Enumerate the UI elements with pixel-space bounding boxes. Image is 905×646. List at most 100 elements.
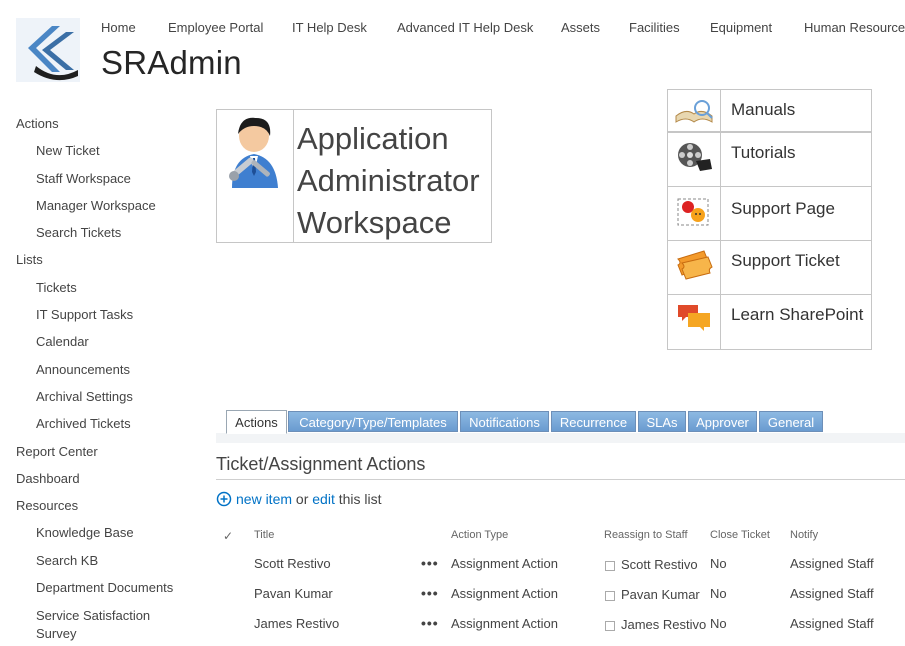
row-close-ticket: No: [710, 616, 727, 631]
row-title[interactable]: James Restivo: [254, 616, 339, 631]
nav-group-actions[interactable]: Actions: [16, 116, 59, 131]
row-action-type: Assignment Action: [451, 616, 558, 631]
link-support-page[interactable]: Support Page: [668, 187, 871, 241]
top-nav-facilities[interactable]: Facilities: [629, 20, 680, 35]
tab-slas[interactable]: SLAs: [638, 411, 686, 432]
nav-service-satisfaction-survey[interactable]: Service Satisfaction Survey: [36, 607, 166, 643]
column-header-title[interactable]: Title: [254, 529, 274, 541]
nav-group-lists[interactable]: Lists: [16, 252, 43, 267]
nav-manager-workspace[interactable]: Manager Workspace: [36, 198, 156, 213]
workspace-title-line-2: Administrator: [297, 163, 480, 198]
site-logo[interactable]: [16, 18, 80, 82]
row-title[interactable]: Pavan Kumar: [254, 586, 333, 601]
lp-icon-cell: [668, 187, 721, 240]
row-action-type: Assignment Action: [451, 586, 558, 601]
workspace-banner: Application Administrator Workspace: [216, 109, 492, 243]
reassign-checkbox: [605, 621, 615, 631]
nav-staff-workspace[interactable]: Staff Workspace: [36, 171, 131, 186]
lp-icon-cell: [668, 241, 721, 294]
reassign-checkbox: [605, 561, 615, 571]
tab-notifications[interactable]: Notifications: [460, 411, 549, 432]
nav-search-kb[interactable]: Search KB: [36, 553, 98, 568]
nav-knowledge-base[interactable]: Knowledge Base: [36, 525, 134, 540]
nav-search-tickets[interactable]: Search Tickets: [36, 225, 121, 240]
book-icon: [675, 100, 713, 123]
tab-content-band: [216, 433, 905, 443]
workspace-title-line-3: Workspace: [297, 205, 452, 240]
top-nav-home[interactable]: Home: [101, 20, 136, 35]
lp-icon-cell: [668, 90, 721, 131]
this-list-text: this list: [338, 491, 382, 507]
tab-actions[interactable]: Actions: [226, 410, 287, 434]
nav-archival-settings[interactable]: Archival Settings: [36, 389, 133, 404]
row-reassign-staff: James Restivo: [621, 617, 707, 632]
top-nav-employee-portal[interactable]: Employee Portal: [168, 20, 263, 35]
chat-bubbles-icon: [678, 305, 710, 331]
link-support-ticket[interactable]: Support Ticket: [668, 241, 871, 295]
top-nav-advanced-it-help-desk[interactable]: Advanced IT Help Desk: [397, 20, 533, 35]
reassign-checkbox: [605, 591, 615, 601]
row-close-ticket: No: [710, 556, 727, 571]
top-nav-assets[interactable]: Assets: [561, 20, 600, 35]
ticket-icon: [677, 250, 713, 280]
workspace-title-line-1: Application: [297, 121, 449, 156]
lp-icon-cell: [668, 295, 721, 349]
resource-link-panel: Manuals Tutorials Support Page Support T…: [667, 89, 872, 350]
column-header-action-type[interactable]: Action Type: [451, 529, 508, 541]
nav-dashboard[interactable]: Dashboard: [16, 471, 80, 486]
link-manuals-label: Manuals: [731, 100, 796, 119]
support-page-icon: [677, 198, 709, 226]
link-learn-sharepoint[interactable]: Learn SharePoint: [668, 295, 871, 349]
row-notify: Assigned Staff: [790, 586, 874, 601]
link-learn-sharepoint-label: Learn SharePoint: [731, 305, 864, 324]
nav-department-documents[interactable]: Department Documents: [36, 580, 173, 595]
nav-tickets[interactable]: Tickets: [36, 280, 77, 295]
nav-calendar[interactable]: Calendar: [36, 334, 89, 349]
top-nav-human-resources[interactable]: Human Resources: [804, 20, 905, 35]
workspace-icon-cell: [217, 110, 294, 242]
tab-recurrence[interactable]: Recurrence: [551, 411, 636, 432]
top-nav-equipment[interactable]: Equipment: [710, 20, 772, 35]
row-reassign-staff: Scott Restivo: [621, 557, 698, 572]
row-notify: Assigned Staff: [790, 556, 874, 571]
section-divider: [216, 479, 905, 480]
column-header-close-ticket[interactable]: Close Ticket: [710, 529, 770, 541]
select-all-checkmark[interactable]: ✓: [223, 529, 233, 543]
film-reel-icon: [678, 143, 712, 171]
section-title: Ticket/Assignment Actions: [216, 454, 426, 474]
tab-approver[interactable]: Approver: [688, 411, 757, 432]
nav-report-center[interactable]: Report Center: [16, 444, 98, 459]
item-menu-ellipsis[interactable]: •••: [421, 615, 439, 631]
link-support-page-label: Support Page: [731, 199, 835, 218]
site-title[interactable]: SRAdmin: [101, 44, 242, 82]
link-tutorials[interactable]: Tutorials: [668, 133, 871, 187]
add-circle-icon[interactable]: [216, 491, 232, 510]
row-action-type: Assignment Action: [451, 556, 558, 571]
administrator-avatar-icon: [229, 117, 278, 188]
list-actions: new item or edit this list: [216, 491, 382, 510]
workspace-title: Application Administrator Workspace: [297, 118, 480, 244]
nav-new-ticket[interactable]: New Ticket: [36, 143, 100, 158]
nav-archived-tickets[interactable]: Archived Tickets: [36, 416, 131, 431]
row-title[interactable]: Scott Restivo: [254, 556, 331, 571]
lp-icon-cell: [668, 133, 721, 186]
nav-it-support-tasks[interactable]: IT Support Tasks: [36, 307, 133, 322]
link-manuals[interactable]: Manuals: [668, 90, 871, 133]
column-header-notify[interactable]: Notify: [790, 529, 818, 541]
row-notify: Assigned Staff: [790, 616, 874, 631]
item-menu-ellipsis[interactable]: •••: [421, 555, 439, 571]
column-header-reassign-to-staff[interactable]: Reassign to Staff: [604, 529, 688, 541]
link-support-ticket-label: Support Ticket: [731, 251, 840, 270]
link-tutorials-label: Tutorials: [731, 143, 796, 162]
edit-list-link[interactable]: edit: [312, 491, 335, 507]
nav-announcements[interactable]: Announcements: [36, 362, 130, 377]
top-nav-it-help-desk[interactable]: IT Help Desk: [292, 20, 367, 35]
tab-general[interactable]: General: [759, 411, 823, 432]
new-item-link[interactable]: new item: [236, 491, 292, 507]
nav-group-resources[interactable]: Resources: [16, 498, 78, 513]
item-menu-ellipsis[interactable]: •••: [421, 585, 439, 601]
row-reassign-staff: Pavan Kumar: [621, 587, 700, 602]
or-text: or: [295, 491, 309, 507]
tab-category-type-templates[interactable]: Category/Type/Templates: [288, 411, 458, 432]
row-close-ticket: No: [710, 586, 727, 601]
